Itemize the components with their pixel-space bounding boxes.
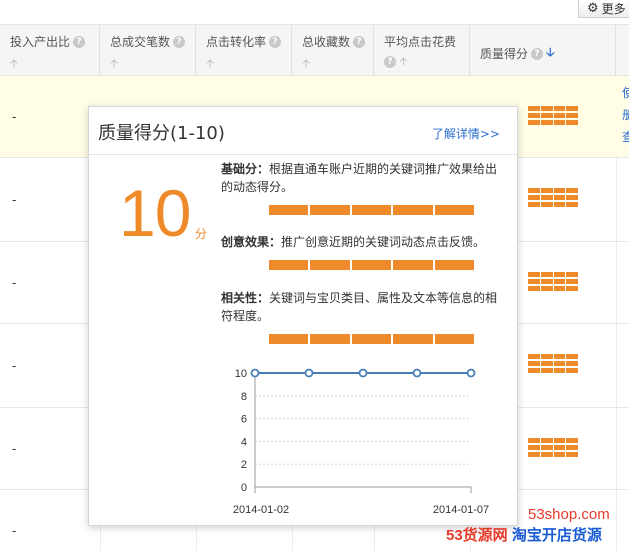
watermark-site: 53shop.com <box>528 506 610 523</box>
help-icon[interactable]: ? <box>269 35 282 48</box>
chart-y-tick-label: 4 <box>241 436 247 448</box>
section-creative-effect: 创意效果：推广创意近期的关键词动态点击反馈。 <box>221 235 486 249</box>
base-score-bar <box>269 205 475 215</box>
top-strip: ⚙ 更多 <box>0 0 629 24</box>
sort-arrow-icon[interactable]: 🡡 <box>110 55 118 74</box>
table-header: 投入产出比? 🡡 总成交笔数? 🡡 点击转化率? 🡡 总收藏数? 🡡 平均点击花… <box>0 24 629 77</box>
sort-arrow-icon[interactable]: 🡡 <box>400 55 408 68</box>
chart-y-tick-label: 10 <box>235 368 247 380</box>
learn-more-link[interactable]: 了解详情>> <box>432 125 500 142</box>
quality-score-popup: 质量得分(1-10) 了解详情>> 10 分 基础分：根据直通车账户近期的关键词… <box>88 106 518 526</box>
sort-down-arrow-icon[interactable]: 🡣 <box>546 43 555 64</box>
chart-x-tick-label: 2014-01-07 <box>433 504 489 515</box>
more-button-label: 更多 <box>601 1 626 16</box>
column-header-extra[interactable] <box>616 25 629 77</box>
column-header-quality-score[interactable]: 质量得分? 🡣 <box>470 25 616 77</box>
score-trend-chart: 0 2 4 6 8 10 2014-01-02 2014-01-07 <box>219 365 489 515</box>
chart-x-tick-label: 2014-01-02 <box>233 504 289 515</box>
help-icon[interactable]: ? <box>73 35 86 48</box>
creative-effect-bar <box>269 260 475 270</box>
column-header-avg-cpc[interactable]: 平均点击花费 ? 🡡 <box>374 25 470 77</box>
chart-data-point <box>466 368 476 378</box>
column-header-roi[interactable]: 投入产出比? 🡡 <box>0 25 100 77</box>
help-icon[interactable]: ? <box>384 56 396 68</box>
chart-y-tick-label: 0 <box>241 482 247 494</box>
chart-y-tick-label: 2 <box>241 459 247 471</box>
section-base-score: 基础分：根据直通车账户近期的关键词推广效果给出的动态得分。 <box>221 162 498 194</box>
score-value: 10 <box>119 176 191 250</box>
watermark-brand: 53货源网 淘宝开店货源 <box>446 527 602 544</box>
gear-icon: ⚙ <box>587 0 599 16</box>
chart-svg: 0 2 4 6 8 10 2014-01-02 2014-01-07 <box>233 368 489 515</box>
column-header-total-orders[interactable]: 总成交笔数? 🡡 <box>100 25 196 77</box>
quality-score-bar[interactable] <box>528 188 578 208</box>
quality-score-bar[interactable] <box>528 106 578 126</box>
popup-header: 质量得分(1-10) 了解详情>> <box>89 107 517 155</box>
sort-arrow-icon[interactable]: 🡡 <box>10 55 18 74</box>
more-button[interactable]: ⚙ 更多 <box>578 0 629 18</box>
column-header-conversion-rate[interactable]: 点击转化率? 🡡 <box>196 25 292 77</box>
popup-title: 质量得分(1-10) <box>98 123 225 144</box>
score-unit: 分 <box>195 227 208 241</box>
relevance-bar <box>269 334 475 344</box>
sort-arrow-icon[interactable]: 🡡 <box>206 55 214 74</box>
quality-score-bar[interactable] <box>528 438 578 458</box>
section-relevance: 相关性：关键词与宝贝类目、属性及文本等信息的相符程度。 <box>221 291 498 323</box>
chart-data-point <box>358 368 368 378</box>
chart-data-point <box>304 368 314 378</box>
chart-data-point <box>250 368 260 378</box>
chart-y-tick-label: 6 <box>241 414 247 426</box>
quality-score-bar[interactable] <box>528 354 578 374</box>
column-header-total-favorites[interactable]: 总收藏数? 🡡 <box>292 25 374 77</box>
chart-y-tick-label: 8 <box>241 391 247 403</box>
chart-data-point <box>412 368 422 378</box>
help-icon[interactable]: ? <box>531 47 544 60</box>
help-icon[interactable]: ? <box>173 35 186 48</box>
quality-score-bar[interactable] <box>528 272 578 292</box>
help-icon[interactable]: ? <box>353 35 366 48</box>
sort-arrow-icon[interactable]: 🡡 <box>302 55 310 74</box>
